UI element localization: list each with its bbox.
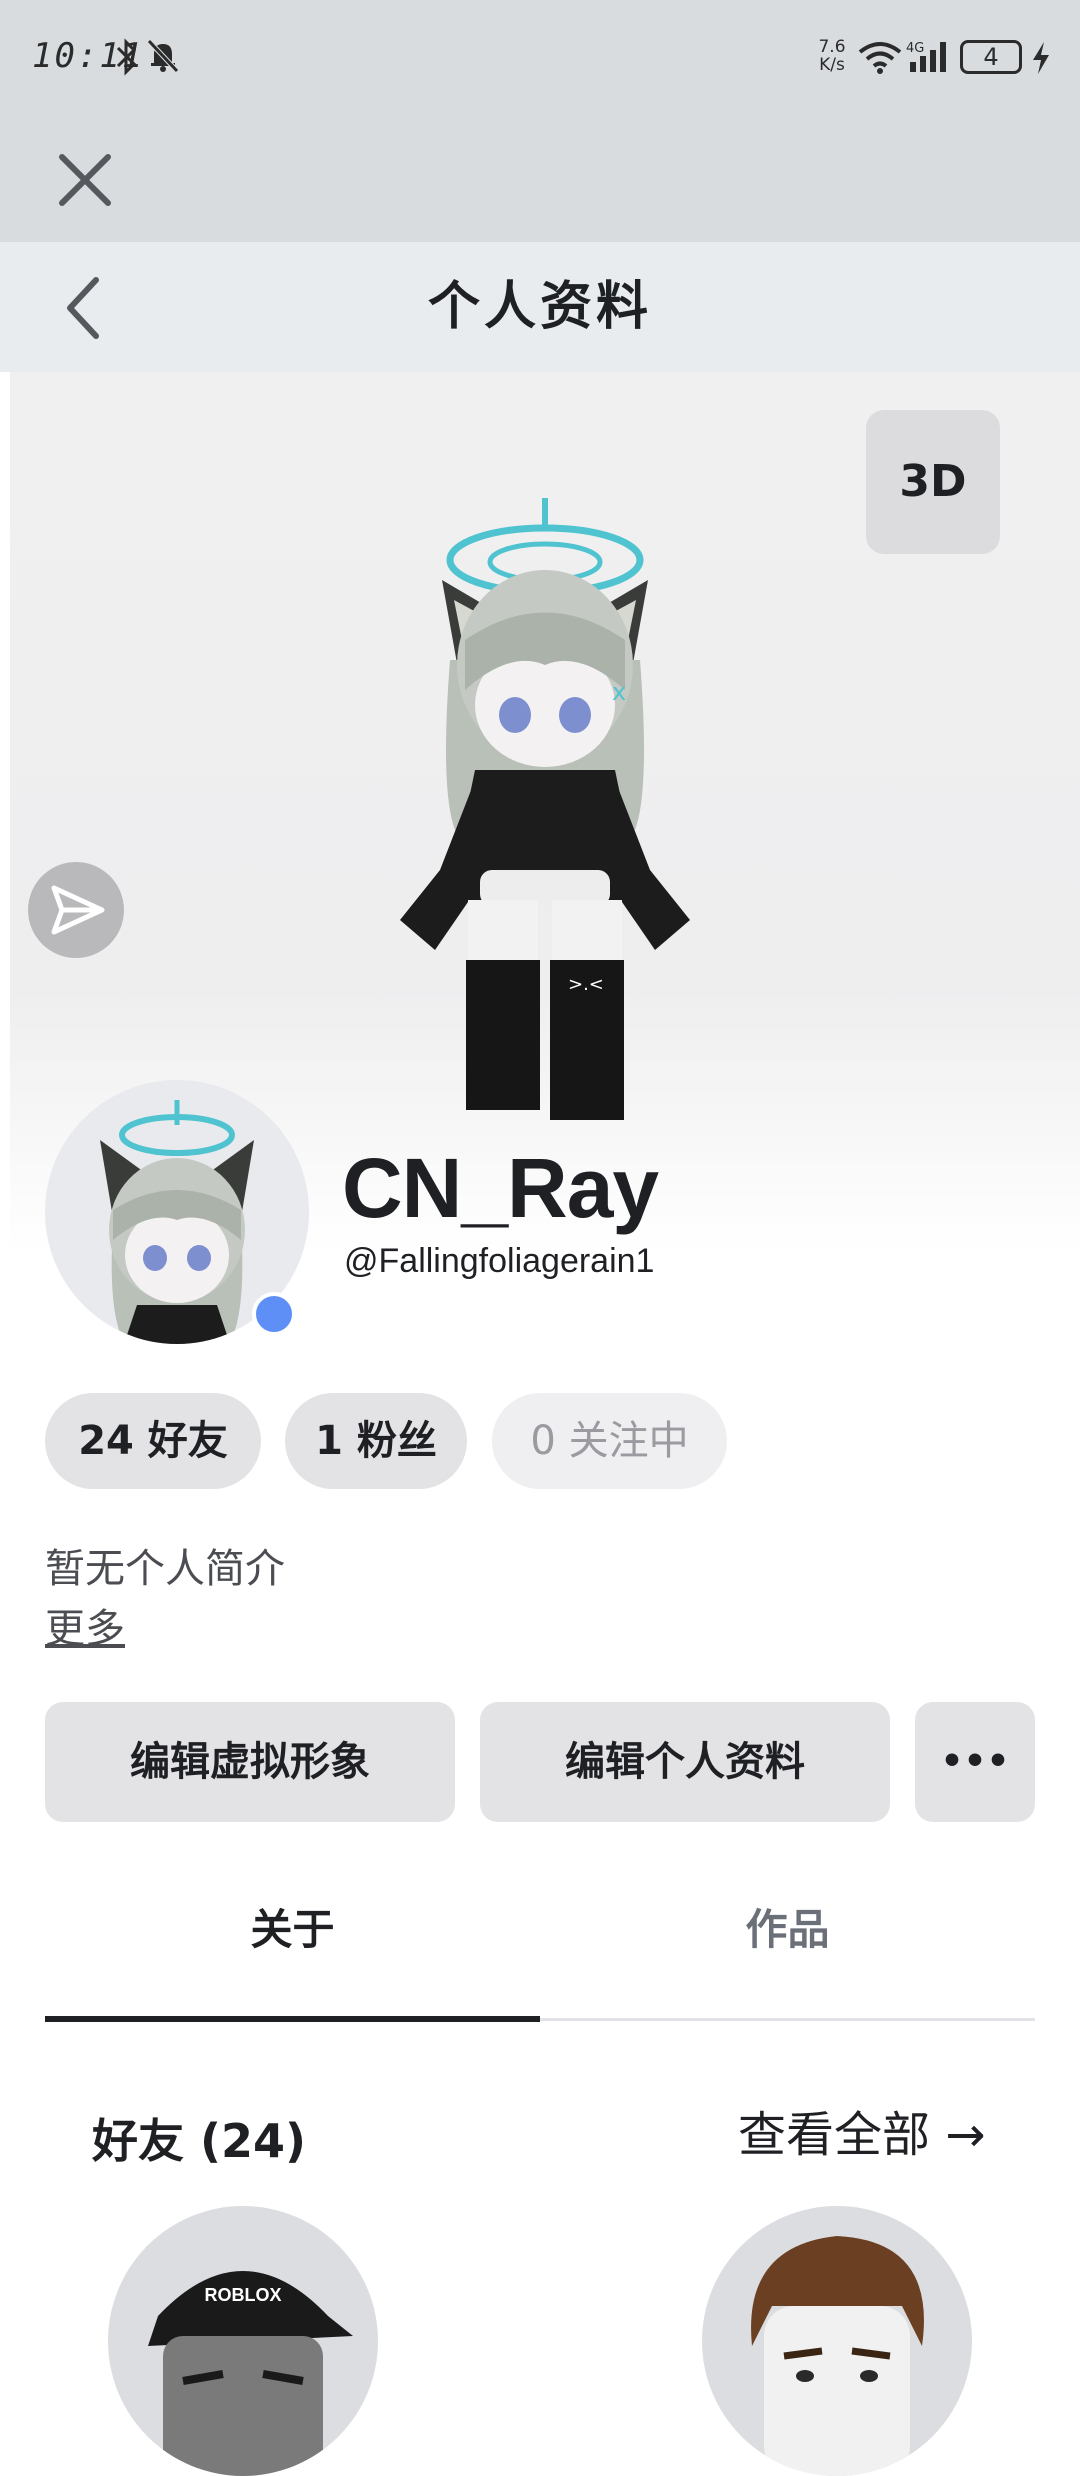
network-speed: 7.6 K/s [812,38,852,74]
friend-avatar[interactable]: ROBLOX [108,2206,378,2476]
close-bar [0,120,1080,242]
following-count-chip[interactable]: 0 关注中 [492,1393,727,1489]
view-all-friends-link[interactable]: 查看全部 → [738,2095,985,2165]
network-speed-unit: K/s [819,55,845,75]
online-status-dot [252,1292,296,1336]
friends-section-title: 好友 (24) [92,2114,307,2168]
tab-works[interactable]: 作品 [540,1880,1035,1980]
bluetooth-icon [116,38,137,76]
page-title: 个人资料 [427,277,652,337]
battery-icon: 4 [960,40,1022,74]
charging-icon [1033,42,1049,74]
svg-text:>.<: >.< [568,974,604,995]
avatar-3d-figure: x >.< [400,498,690,1120]
tab-about[interactable]: 关于 [45,1880,540,1980]
friends-count-chip[interactable]: 24 好友 [45,1393,261,1489]
network-speed-value: 7.6 [818,37,846,57]
edit-avatar-button[interactable]: 编辑虚拟形象 [45,1702,455,1822]
friend-cap-text: ROBLOX [204,2285,281,2305]
friend-avatar-image: ROBLOX [148,2271,353,2476]
svg-text:x: x [612,678,626,706]
close-icon[interactable] [50,145,120,215]
display-name: CN_Ray [342,1141,659,1235]
friend-avatar-image [751,2236,924,2476]
mute-icon [147,39,179,73]
share-icon [51,885,105,935]
edit-profile-button[interactable]: 编辑个人资料 [480,1702,890,1822]
followers-count-chip[interactable]: 1 粉丝 [285,1393,467,1489]
wifi-icon [858,42,902,74]
signal-icon: 4G [906,41,946,72]
bio-text: 暂无个人简介 [45,1546,285,1592]
share-button[interactable] [28,862,124,958]
bio-more-link[interactable]: 更多 [45,1596,125,1654]
view-3d-button[interactable]: 3D [866,410,1000,554]
username: @Fallingfoliagerain1 [344,1242,655,1280]
network-type: 4G [906,41,924,56]
active-tab-indicator [45,2016,540,2022]
more-options-button[interactable]: ••• [915,1702,1035,1822]
friend-avatar[interactable] [702,2206,972,2476]
